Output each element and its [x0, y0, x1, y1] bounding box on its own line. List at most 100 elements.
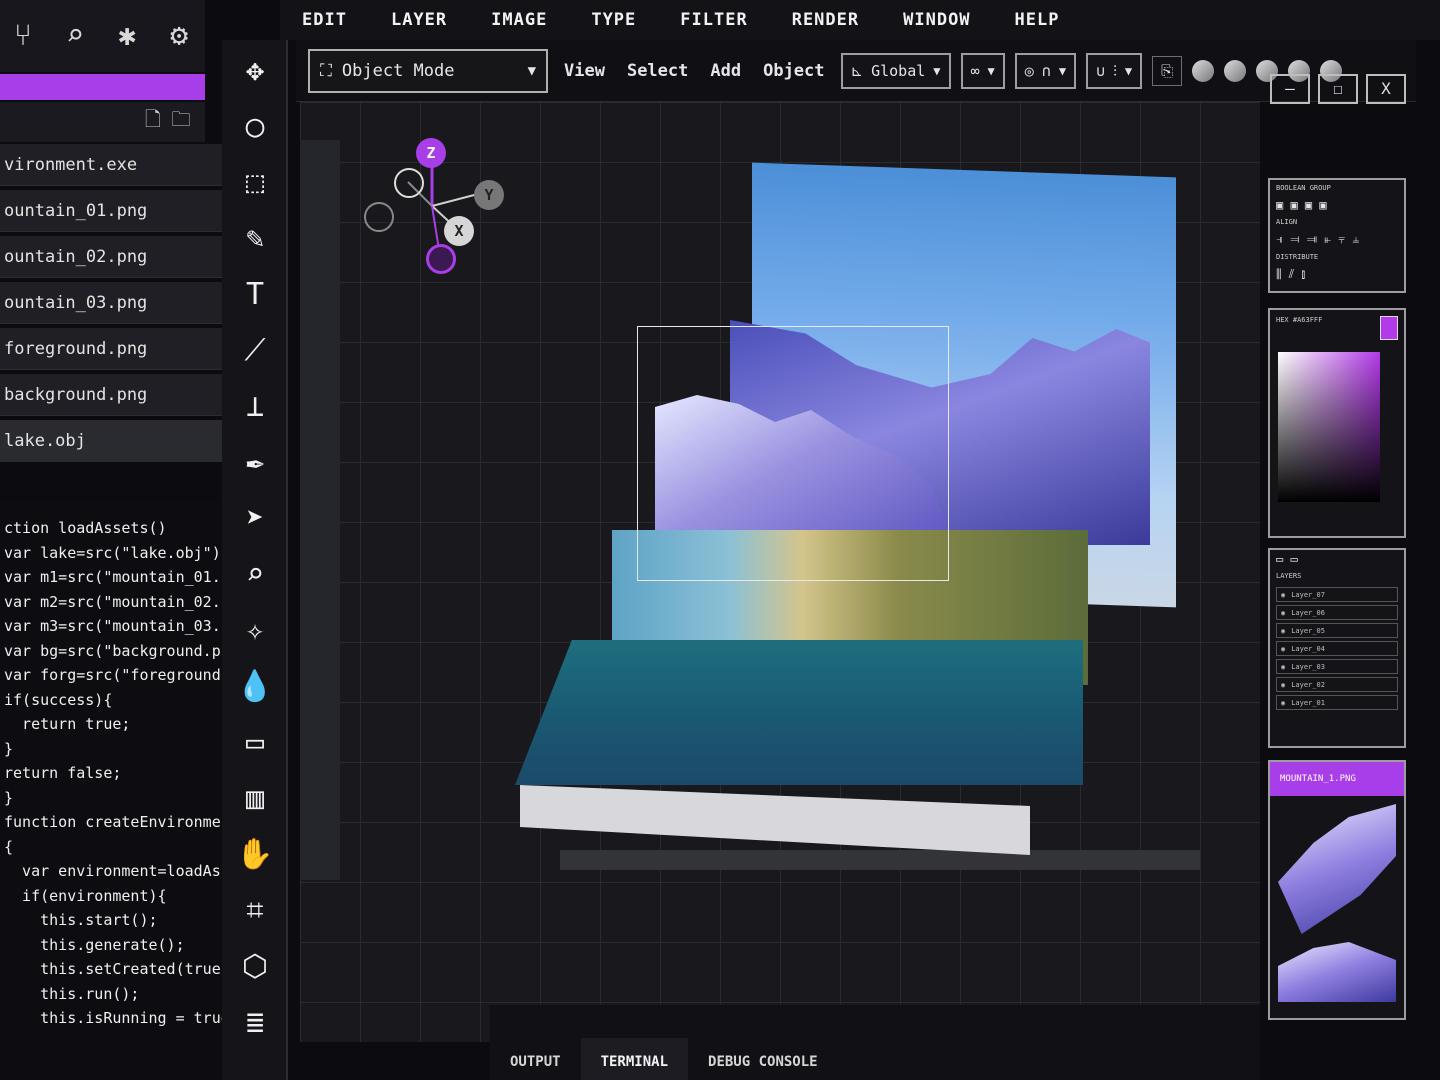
- gizmo-x-axis[interactable]: X: [444, 216, 474, 246]
- plane-shape-icon[interactable]: [1224, 59, 1247, 82]
- layer-row[interactable]: ◉ Layer_06: [1276, 605, 1398, 620]
- rectangle-tool-icon[interactable]: ▭: [230, 718, 280, 768]
- stamp-tool-icon[interactable]: ⊥: [230, 382, 280, 432]
- layer-row[interactable]: ◉ Layer_02: [1276, 677, 1398, 692]
- menu-view[interactable]: View: [558, 61, 611, 81]
- file-item[interactable]: ountain_02.png: [0, 236, 225, 278]
- eye-icon[interactable]: ◉: [1281, 645, 1285, 653]
- menu-window[interactable]: WINDOW: [881, 10, 992, 30]
- menu-help[interactable]: HELP: [993, 10, 1082, 30]
- distribute-buttons[interactable]: ⫼ ⫽ ⫾: [1270, 265, 1404, 284]
- boolean-buttons[interactable]: ▣ ▣ ▣ ▣: [1270, 196, 1404, 214]
- file-item-active[interactable]: lake.obj: [0, 420, 225, 462]
- orientation-select[interactable]: ⊾ Global ▼: [840, 52, 951, 89]
- eye-icon[interactable]: ◉: [1281, 663, 1285, 671]
- menu-type[interactable]: TYPE: [569, 10, 658, 30]
- gizmo-z-axis[interactable]: Z: [416, 138, 446, 168]
- gizmo-neg-z[interactable]: [426, 244, 456, 274]
- eye-icon[interactable]: ◉: [1281, 627, 1285, 635]
- clipboard-icon[interactable]: ⎘: [1152, 55, 1183, 86]
- layer-row[interactable]: ◉ Layer_04: [1276, 641, 1398, 656]
- chevron-down-icon: ▼: [987, 63, 995, 78]
- selection-bounding-box: [637, 326, 949, 581]
- crop-tool-icon[interactable]: ⌗: [230, 886, 280, 936]
- git-branch-icon[interactable]: ⑂: [4, 17, 42, 55]
- color-swatch[interactable]: [1380, 316, 1398, 340]
- search-icon[interactable]: ⌕: [56, 17, 94, 55]
- brush-tool-icon[interactable]: ✎: [230, 214, 280, 264]
- viewport-horizontal-scrollbar[interactable]: [560, 850, 1200, 870]
- blend-mode-row[interactable]: ▭ ▭: [1270, 550, 1404, 568]
- text-tool-icon[interactable]: T: [230, 270, 280, 320]
- asset-title: MOUNTAIN_1.PNG: [1270, 762, 1404, 796]
- lake-mesh[interactable]: [515, 640, 1083, 785]
- magnet-icon: ∪: [1096, 61, 1106, 80]
- eraser-tool-icon[interactable]: ✧: [230, 606, 280, 656]
- minimize-button[interactable]: —: [1270, 74, 1310, 104]
- menu-object[interactable]: Object: [757, 61, 830, 81]
- cube-shape-icon[interactable]: [1192, 59, 1215, 82]
- menu-add[interactable]: Add: [704, 61, 747, 81]
- move-tool-icon[interactable]: ✥: [230, 46, 280, 96]
- gizmo-y-axis[interactable]: Y: [474, 180, 504, 210]
- asset-thumbnail[interactable]: [1278, 804, 1396, 934]
- tab-output[interactable]: OUTPUT: [490, 1054, 581, 1080]
- eye-icon[interactable]: ◉: [1281, 699, 1285, 707]
- new-file-icon[interactable]: 🗋: [145, 105, 161, 139]
- gradient-tool-icon[interactable]: ▥: [230, 774, 280, 824]
- menu-image[interactable]: IMAGE: [469, 10, 569, 30]
- menu-filter[interactable]: FILTER: [658, 10, 769, 30]
- layer-row[interactable]: ◉ Layer_05: [1276, 623, 1398, 638]
- zoom-tool-icon[interactable]: ⌕: [230, 550, 280, 600]
- snap-select[interactable]: ∪ ⫶ ▼: [1086, 52, 1143, 89]
- file-item[interactable]: ountain_03.png: [0, 282, 225, 324]
- marquee-tool-icon[interactable]: ⬚: [230, 158, 280, 208]
- menu-select[interactable]: Select: [621, 61, 694, 81]
- 3d-cube-icon[interactable]: ⬡: [230, 942, 280, 992]
- eye-icon[interactable]: ◉: [1281, 591, 1285, 599]
- layer-row[interactable]: ◉ Layer_03: [1276, 659, 1398, 674]
- target-icon: ◎: [1024, 61, 1034, 80]
- layer-name: Layer_05: [1291, 626, 1325, 635]
- axis-icon: ⊾: [850, 61, 864, 80]
- tab-debug-console[interactable]: DEBUG CONSOLE: [688, 1054, 838, 1080]
- lasso-tool-icon[interactable]: ◯: [230, 102, 280, 152]
- blur-drop-icon[interactable]: 💧: [230, 662, 280, 712]
- menu-render[interactable]: RENDER: [770, 10, 881, 30]
- asset-thumbnail[interactable]: [1278, 942, 1396, 1002]
- layers-icon[interactable]: ≣: [230, 998, 280, 1048]
- close-button[interactable]: X: [1366, 74, 1406, 104]
- file-item[interactable]: background.png: [0, 374, 225, 416]
- pivot-select[interactable]: ∞ ▼: [960, 52, 1005, 89]
- color-panel: HEX #A63FFF: [1268, 308, 1406, 538]
- color-picker-square[interactable]: [1278, 352, 1380, 502]
- navigation-gizmo[interactable]: Z Y X: [360, 136, 520, 276]
- tab-terminal[interactable]: TERMINAL: [580, 1038, 689, 1080]
- file-item[interactable]: foreground.png: [0, 328, 225, 370]
- menu-layer[interactable]: LAYER: [369, 10, 469, 30]
- pen-tool-icon[interactable]: ✒: [230, 438, 280, 488]
- eye-icon[interactable]: ◉: [1281, 681, 1285, 689]
- align-buttons[interactable]: ⫣ ⫤ ⫥ ⫦ ⫧ ⫨: [1270, 230, 1404, 249]
- eyedropper-tool-icon[interactable]: ⟋: [230, 326, 280, 376]
- tool-palette: ✥ ◯ ⬚ ✎ T ⟋ ⊥ ✒ ➤ ⌕ ✧ 💧 ▭ ▥ ✋ ⌗ ⬡ ≣: [222, 40, 288, 1080]
- mode-select[interactable]: ⛶ Object Mode ▼: [308, 48, 548, 93]
- eye-icon[interactable]: ◉: [1281, 609, 1285, 617]
- gear-icon[interactable]: ⚙: [160, 17, 198, 55]
- file-item[interactable]: vironment.exe: [0, 144, 225, 186]
- gizmo-neg-y[interactable]: [394, 168, 424, 198]
- color-header: HEX #A63FFF: [1270, 310, 1404, 346]
- new-folder-icon[interactable]: 🗀: [171, 105, 191, 139]
- viewport-vertical-scrollbar[interactable]: [300, 140, 340, 880]
- gizmo-neg-x[interactable]: [364, 202, 394, 232]
- maximize-button[interactable]: ☐: [1318, 74, 1358, 104]
- select-arrow-icon[interactable]: ➤: [230, 494, 280, 544]
- menu-edit[interactable]: EDIT: [280, 10, 369, 30]
- file-item[interactable]: ountain_01.png: [0, 190, 225, 232]
- hand-tool-icon[interactable]: ✋: [230, 830, 280, 880]
- layer-row[interactable]: ◉ Layer_07: [1276, 587, 1398, 602]
- layer-row[interactable]: ◉ Layer_01: [1276, 695, 1398, 710]
- explorer-toolbar: 🗋 🗀: [0, 102, 205, 142]
- bug-icon[interactable]: ✱: [108, 17, 146, 55]
- proportional-select[interactable]: ◎ ∩ ▼: [1014, 52, 1077, 89]
